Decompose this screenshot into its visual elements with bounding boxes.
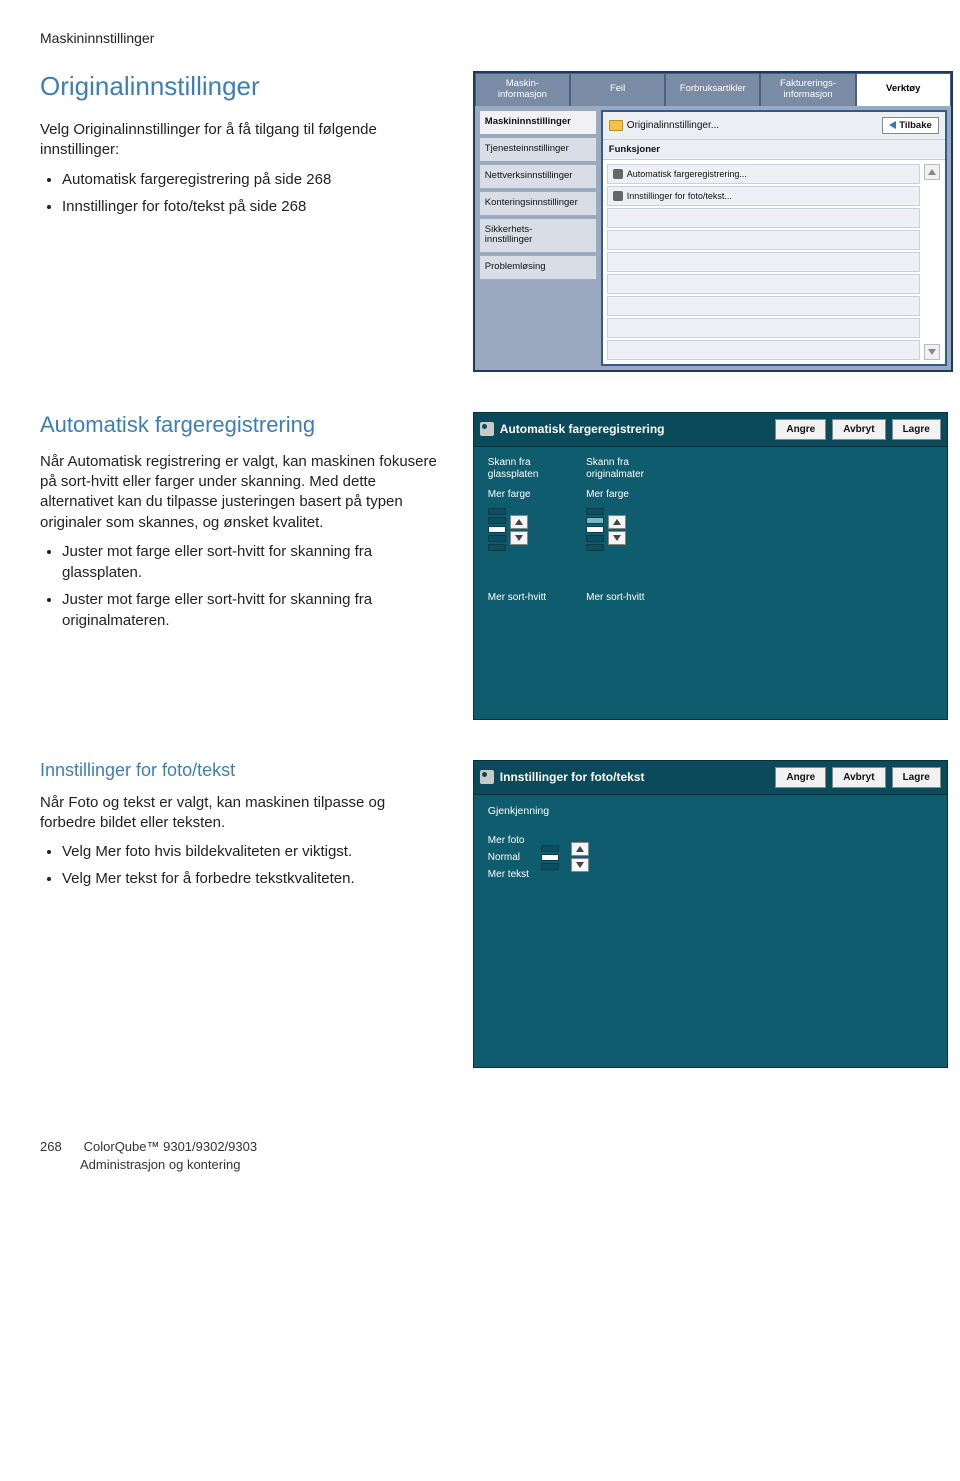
sidenav-item-network[interactable]: Nettverksinnstillinger [479, 164, 597, 189]
more-text-label: Mer tekst [488, 869, 529, 880]
feeder-scan-label: Skann fraoriginalmater [586, 457, 644, 481]
list-item-empty [607, 318, 920, 338]
list-item-foto-tekst[interactable]: Innstillinger for foto/tekst... [607, 186, 920, 206]
level-up-button[interactable] [510, 515, 528, 529]
level-indicator [488, 508, 506, 551]
chevron-up-icon [576, 846, 584, 852]
bullet-item: Juster mot farge eller sort-hvitt for sk… [62, 541, 445, 583]
bullet-item: Juster mot farge eller sort-hvitt for sk… [62, 589, 445, 631]
chevron-down-icon [613, 535, 621, 541]
list-item-label: Automatisk fargeregistrering... [627, 169, 747, 179]
arrow-left-icon [889, 121, 896, 129]
functions-subhead: Funksjoner [603, 140, 945, 160]
sidenav-item-troubleshoot[interactable]: Problemløsing [479, 255, 597, 280]
more-color-label: Mer farge [586, 489, 644, 500]
scroll-up-button[interactable] [924, 164, 940, 180]
level-down-button[interactable] [510, 531, 528, 545]
intro-item: Innstillinger for foto/tekst på side 268 [62, 196, 445, 217]
page-number: 268 [40, 1138, 80, 1156]
auto-color-dialog: Automatisk fargeregistrering Angre Avbry… [473, 412, 948, 720]
glass-scan-label: Skann fraglassplaten [488, 457, 546, 481]
list-item-empty [607, 340, 920, 360]
tab-row: Maskin-informasjon Feil Forbruksartikler… [475, 73, 951, 106]
intro-list: Automatisk fargeregistrering på side 268… [40, 169, 445, 217]
chevron-down-icon [928, 349, 936, 355]
sidenav-item-machine[interactable]: Maskininnstillinger [479, 110, 597, 135]
recognition-label: Gjenkjenning [488, 805, 933, 817]
tab-supplies[interactable]: Forbruksartikler [665, 73, 760, 106]
heading-foto-tekst: Innstillinger for foto/tekst [40, 760, 445, 781]
wrench-icon [613, 191, 623, 201]
level-indicator [541, 845, 559, 870]
bullet-item: Velg Mer foto hvis bildekvaliteten er vi… [62, 841, 445, 862]
intro-item: Automatisk fargeregistrering på side 268 [62, 169, 445, 190]
chevron-up-icon [515, 519, 523, 525]
scroll-controls [923, 164, 941, 360]
foto-tekst-dialog: Innstillinger for foto/tekst Angre Avbry… [473, 760, 948, 1068]
page-header-crumb: Maskininnstillinger [40, 30, 920, 46]
back-button[interactable]: Tilbake [882, 117, 939, 134]
sidenav-item-accounting[interactable]: Konteringsinnstillinger [479, 191, 597, 216]
more-bw-label: Mer sort-hvitt [488, 592, 546, 603]
folder-icon [609, 120, 623, 131]
normal-label: Normal [488, 852, 529, 863]
admin-panel-screenshot: Maskin-informasjon Feil Forbruksartikler… [473, 71, 953, 372]
more-bw-label: Mer sort-hvitt [586, 592, 644, 603]
save-button[interactable]: Lagre [892, 767, 941, 788]
foto-tekst-para: Når Foto og tekst er valgt, kan maskinen… [40, 793, 445, 834]
breadcrumb: Originalinnstillinger... [627, 120, 878, 131]
level-up-button[interactable] [608, 515, 626, 529]
tab-tools[interactable]: Verktøy [856, 73, 951, 106]
page-footer: 268 ColorQube™ 9301/9302/9303 Administra… [40, 1138, 920, 1174]
sidenav-item-security[interactable]: Sikkerhets-innstillinger [479, 218, 597, 254]
product-name: ColorQube™ 9301/9302/9303 [84, 1139, 257, 1154]
chevron-up-icon [928, 169, 936, 175]
list-item-empty [607, 230, 920, 250]
more-color-label: Mer farge [488, 489, 546, 500]
wrench-icon [613, 169, 623, 179]
sidenav: Maskininnstillinger Tjenesteinnstillinge… [479, 110, 597, 366]
level-up-button[interactable] [571, 842, 589, 856]
list-item-empty [607, 296, 920, 316]
level-down-button[interactable] [608, 531, 626, 545]
more-photo-label: Mer foto [488, 835, 529, 846]
auto-color-para: Når Automatisk registrering er valgt, ka… [40, 452, 445, 533]
save-button[interactable]: Lagre [892, 419, 941, 440]
sidenav-item-service[interactable]: Tjenesteinnstillinger [479, 137, 597, 162]
list-item-empty [607, 208, 920, 228]
level-indicator [586, 508, 604, 551]
tab-billing[interactable]: Fakturerings-informasjon [760, 73, 855, 106]
chevron-down-icon [515, 535, 523, 541]
cancel-button[interactable]: Avbryt [832, 767, 885, 788]
section-title: Originalinnstillinger [40, 71, 445, 102]
list-item-label: Innstillinger for foto/tekst... [627, 191, 732, 201]
list-item-empty [607, 252, 920, 272]
scroll-down-button[interactable] [924, 344, 940, 360]
bullet-item: Velg Mer tekst for å forbedre tekstkvali… [62, 868, 445, 889]
tab-machine-info[interactable]: Maskin-informasjon [475, 73, 570, 106]
dialog-title: Automatisk fargeregistrering [500, 422, 665, 436]
heading-auto-color: Automatisk fargeregistrering [40, 412, 445, 438]
intro-text: Velg Originalinnstillinger for å få tilg… [40, 120, 445, 161]
footer-line2: Administrasjon og kontering [80, 1157, 240, 1172]
chevron-down-icon [576, 862, 584, 868]
list-item-empty [607, 274, 920, 294]
undo-button[interactable]: Angre [775, 767, 826, 788]
wrench-icon [480, 422, 494, 436]
chevron-up-icon [613, 519, 621, 525]
wrench-icon [480, 770, 494, 784]
undo-button[interactable]: Angre [775, 419, 826, 440]
list-item-auto-color[interactable]: Automatisk fargeregistrering... [607, 164, 920, 184]
cancel-button[interactable]: Avbryt [832, 419, 885, 440]
level-down-button[interactable] [571, 858, 589, 872]
tab-faults[interactable]: Feil [570, 73, 665, 106]
dialog-title: Innstillinger for foto/tekst [500, 770, 645, 784]
back-label: Tilbake [899, 120, 932, 131]
